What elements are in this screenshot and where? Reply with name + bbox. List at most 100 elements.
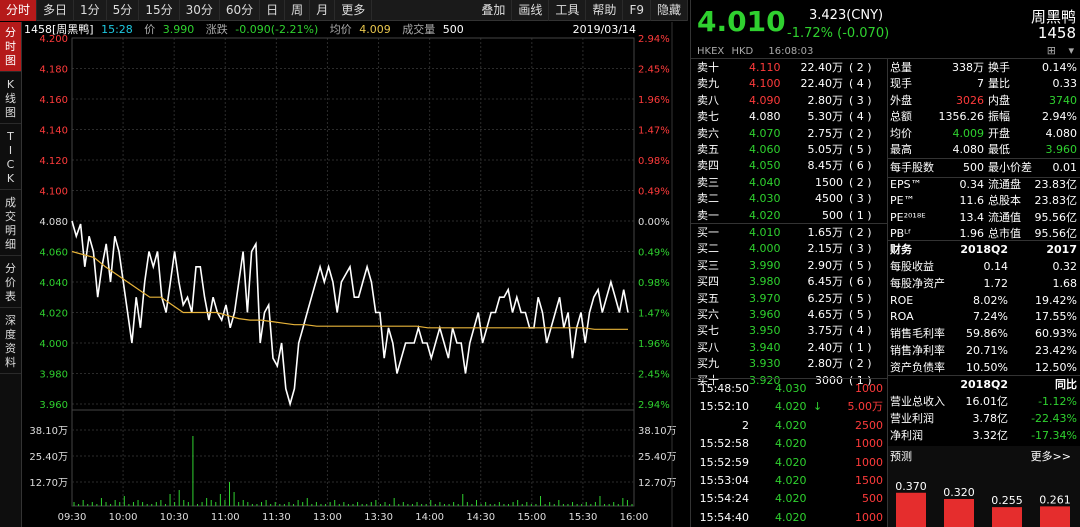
order-book-row[interactable]: 卖一 4.020 500 ( 1 ): [691, 208, 887, 224]
tick-time: 15:54:40: [699, 510, 749, 524]
finance-row: 销售净利率 20.71% 23.42%: [888, 343, 1080, 359]
stat-label-2: 换手: [988, 61, 1010, 74]
toolbar-button[interactable]: 画线: [512, 0, 550, 21]
level-count-value: 1: [856, 208, 864, 222]
stat-label-2: 内盘: [988, 93, 1010, 107]
y-tick-left: 4.060: [39, 248, 68, 259]
toolbar-button[interactable]: F9: [623, 0, 651, 21]
order-book-row[interactable]: 卖五 4.060 5.05万 ( 5 ): [691, 142, 887, 158]
order-book-row[interactable]: 买九 3.930 2.80万 ( 2 ): [691, 356, 887, 372]
level-volume: 500: [822, 208, 843, 222]
toolbar-tab[interactable]: 5分: [107, 0, 140, 21]
view-tab[interactable]: 分时图: [0, 22, 21, 72]
stat-label-2: 最低: [988, 143, 1010, 156]
toolbar-tab[interactable]: 分时: [0, 0, 38, 21]
stat-label: EPS™: [890, 177, 922, 191]
chevron-down-icon[interactable]: ▾: [1068, 44, 1074, 57]
toolbar-tab[interactable]: 15分: [139, 0, 180, 21]
view-tab[interactable]: K线图: [0, 74, 21, 124]
finance-header: 财务 2018Q2 2017: [888, 242, 1080, 258]
forecast-value: 0.370: [895, 480, 927, 493]
stat-label: 现手: [890, 77, 912, 91]
fin-value-1: 10.50%: [966, 360, 1008, 374]
order-book-row[interactable]: 买四 3.980 6.45万 ( 6 ): [691, 274, 887, 290]
order-book-row[interactable]: 卖七 4.080 5.30万 ( 4 ): [691, 109, 887, 125]
y-tick-right: 0.49%: [638, 248, 670, 259]
toolbar-tab[interactable]: 多日: [37, 0, 75, 21]
toolbar-button[interactable]: 工具: [549, 0, 587, 21]
toolbar-tab[interactable]: 60分: [220, 0, 261, 21]
toolbar-tab[interactable]: 月: [310, 0, 336, 21]
tick-volume: 1000: [855, 455, 883, 469]
y-tick-right: 2.94%: [638, 400, 670, 411]
chart-info-bar: 1458[周黑鸭] 15:28 价 3.990 涨跌 -0.090(-2.21%…: [24, 22, 664, 37]
level-count-value: 2: [856, 61, 864, 74]
order-book-row[interactable]: 卖三 4.040 1500 ( 2 ): [691, 175, 887, 191]
toolbar-tab[interactable]: 周: [285, 0, 311, 21]
tick-time: 2: [742, 418, 749, 432]
toolbar-tab[interactable]: 日: [260, 0, 286, 21]
level-count-value: 1: [856, 340, 864, 354]
level-volume: 8.45万: [807, 159, 844, 173]
x-tick: 15:00: [517, 512, 546, 523]
intraday-chart[interactable]: 4.200 2.94%4.180 2.45%4.160 1.96%4.140 1.47%…: [22, 22, 688, 527]
order-book-row[interactable]: 卖八 4.090 2.80万 ( 3 ): [691, 93, 887, 109]
toolbar-button[interactable]: 隐藏: [651, 0, 688, 21]
level-price: 3.970: [749, 291, 781, 305]
order-book-row[interactable]: 卖四 4.050 8.45万 ( 6 ): [691, 158, 887, 174]
order-book-row[interactable]: 买三 3.990 2.90万 ( 5 ): [691, 258, 887, 274]
view-tab[interactable]: 分价表: [0, 258, 21, 308]
tick-price: 4.020: [775, 455, 807, 469]
order-book: 卖十 4.110 22.40万( 2 ) 卖九 4.100 22.40万( 4 ) 卖八 4.…: [691, 59, 887, 387]
order-book-row[interactable]: 卖十 4.110 22.40万 ( 2 ): [691, 60, 887, 76]
toolbar-tab[interactable]: 1分: [74, 0, 107, 21]
order-book-row[interactable]: 买六 3.960 4.65万 ( 5 ): [691, 307, 887, 323]
tick-volume: 5.00万: [847, 400, 884, 414]
info-avg: 4.009: [359, 23, 391, 36]
forecast-bar: [1040, 506, 1070, 527]
level-label: 卖六: [697, 126, 719, 140]
order-book-row[interactable]: 卖六 4.070 2.75万 ( 2 ): [691, 126, 887, 142]
order-book-row[interactable]: 卖二 4.030 4500 ( 3 ): [691, 191, 887, 207]
stat-label-2: 总股本: [988, 194, 1021, 208]
order-book-row[interactable]: 买七 3.950 3.75万 ( 4 ): [691, 323, 887, 339]
y-tick-right: 1.47%: [638, 126, 670, 137]
avg-price-line: [71, 250, 628, 330]
tick-volume: 1000: [855, 510, 883, 524]
level-count: ( 5 ): [849, 308, 872, 321]
quote-meta: HKEX HKD 16:08:03: [697, 46, 813, 57]
toolbar-button[interactable]: 叠加: [475, 0, 513, 21]
level-count: ( 2 ): [849, 126, 872, 140]
y-tick-right: 1.47%: [638, 309, 670, 320]
level-label: 卖二: [697, 192, 719, 206]
order-book-row[interactable]: 买八 3.940 2.40万 ( 1 ): [691, 340, 887, 356]
tick-row: 15:52:59 4.020 1000: [691, 455, 887, 471]
stat-value: 11.6: [959, 194, 985, 208]
stat-value-2: 23.83亿: [1034, 194, 1078, 208]
tick-list[interactable]: 15:48:50 4.030 1000 15:52:10 4.020 ↓ 5.00万 2 4.0…: [691, 379, 887, 527]
view-tab[interactable]: 深度资料: [0, 310, 21, 374]
currency: HKD: [731, 46, 754, 57]
stat-value-2: 3740: [1049, 93, 1077, 107]
level-count-value: 5: [856, 291, 864, 305]
toolbar-button[interactable]: 帮助: [586, 0, 624, 21]
cart-icon[interactable]: ⊞: [1047, 44, 1056, 57]
order-book-row[interactable]: 买一 4.010 1.65万 ( 2 ): [691, 225, 887, 241]
view-tab[interactable]: 成交明细: [0, 192, 21, 256]
level-count-value: 2: [856, 175, 864, 189]
fin-label: 财务: [890, 243, 912, 256]
x-tick: 10:00: [109, 512, 138, 523]
order-book-row[interactable]: 买二 4.000 2.15万 ( 3 ): [691, 241, 887, 257]
stat-row: 总额 1356.26 振幅 2.94%: [888, 109, 1080, 125]
toolbar-tab[interactable]: 30分: [180, 0, 220, 21]
view-tab[interactable]: TICK: [0, 126, 21, 190]
order-book-row[interactable]: 卖九 4.100 22.40万 ( 4 ): [691, 76, 887, 92]
level-count-value: 3: [856, 192, 864, 206]
tick-time: 15:52:58: [699, 437, 749, 451]
level-volume: 5.30万: [807, 110, 844, 124]
toolbar-tab[interactable]: 更多: [335, 0, 373, 21]
y-tick-left: 4.180: [39, 65, 68, 76]
level-count-value: 4: [856, 110, 864, 124]
level-price: 4.010: [749, 226, 781, 239]
order-book-row[interactable]: 买五 3.970 6.25万 ( 5 ): [691, 291, 887, 307]
